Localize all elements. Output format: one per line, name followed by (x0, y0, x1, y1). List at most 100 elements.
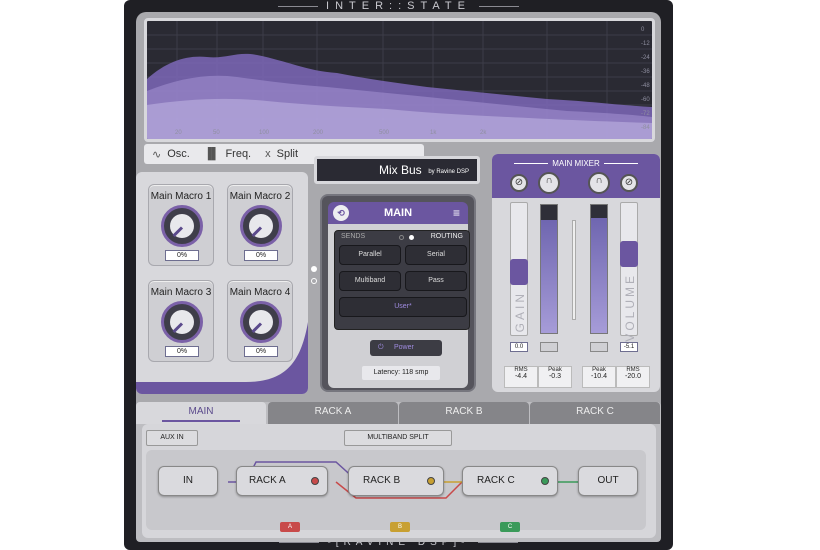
main-mixer: MAIN MIXER ⊘ ∩ ∩ ⊘ GAIN VOLUME 0.0 -5.1 … (492, 154, 660, 392)
input-headphones-icon[interactable]: ∩ (538, 172, 560, 194)
chain-node-in[interactable]: IN (158, 466, 218, 496)
latency-readout: Latency: 118 smp (362, 366, 440, 380)
macro-label: Main Macro 1 (150, 191, 212, 202)
macro-value[interactable]: 0% (244, 250, 278, 261)
tab-rack-b[interactable]: RACK B (399, 402, 529, 424)
chain-node-rack-a[interactable]: RACK A (236, 466, 328, 496)
mixer-title: MAIN MIXER (492, 159, 660, 168)
db-label: -12 (641, 41, 650, 47)
gain-label: GAIN (513, 291, 527, 333)
db-label: -60 (641, 97, 650, 103)
freq-label: 20 (175, 130, 182, 136)
main-routing-card: ⟲ MAIN ≡ SENDS ROUTING Parallel Serial M… (320, 194, 476, 392)
chain-node-rack-c[interactable]: RACK C (462, 466, 558, 496)
spectrum-analyzer[interactable]: 20 50 100 200 500 1k 2k 0 -12 -24 -36 -4… (144, 18, 655, 142)
freq-label: 200 (313, 130, 324, 136)
input-rms: RMS -4.4 (504, 366, 538, 388)
macro-value[interactable]: 0% (244, 346, 278, 357)
parallel-button[interactable]: Parallel (339, 245, 401, 265)
output-meter-cap[interactable] (590, 342, 608, 352)
volume-fader[interactable]: VOLUME (620, 202, 638, 342)
macro-panel: Main Macro 1 0% Main Macro 2 0% Main Mac… (136, 172, 308, 394)
sends-label[interactable]: SENDS (341, 233, 365, 240)
output-meter (590, 204, 608, 334)
logo-icon[interactable]: ⟲ (333, 205, 349, 221)
macro-2: Main Macro 2 0% (227, 184, 293, 266)
macro-4: Main Macro 4 0% (227, 280, 293, 362)
macro-page-dot-2[interactable] (311, 278, 317, 284)
gain-value[interactable]: 0.0 (510, 342, 528, 352)
main-card-header: ⟲ MAIN ≡ (328, 202, 468, 224)
routing-label[interactable]: ROUTING (431, 233, 463, 240)
bus-vendor: by Ravine DSP (428, 169, 469, 175)
bars-icon: ▐▌ (203, 148, 220, 160)
mode-toggle-off-icon[interactable] (399, 235, 404, 240)
bus-name-display[interactable]: Mix Bus by Ravine DSP (314, 156, 480, 184)
multiband-button[interactable]: Multiband (339, 271, 401, 291)
power-button[interactable]: ⏻ Power (370, 340, 442, 356)
input-meter-cap[interactable] (540, 342, 558, 352)
mixer-separator (572, 220, 576, 320)
macro-value[interactable]: 0% (165, 346, 199, 357)
rack-b-tag[interactable]: B (390, 522, 410, 532)
main-card-title: MAIN (383, 207, 413, 219)
rack-a-tag[interactable]: A (280, 522, 300, 532)
macro-label: Main Macro 4 (229, 287, 291, 298)
mode-toggle-on-icon[interactable] (409, 235, 414, 240)
tab-frequency[interactable]: ▐▌ Freq. (204, 148, 251, 160)
wave-icon: ∿ (152, 148, 162, 161)
serial-button[interactable]: Serial (405, 245, 467, 265)
output-headphones-icon[interactable]: ∩ (588, 172, 610, 194)
macro-3: Main Macro 3 0% (148, 280, 214, 362)
db-label: -84 (641, 125, 650, 131)
tab-main[interactable]: MAIN (136, 402, 266, 424)
gain-fader[interactable]: GAIN (510, 202, 528, 336)
pass-button[interactable]: Pass (405, 271, 467, 291)
tab-rack-c[interactable]: RACK C (530, 402, 660, 424)
volume-fader-cap[interactable] (620, 241, 638, 267)
tab-label: Freq. (225, 148, 252, 160)
multiband-split-button[interactable]: MULTIBAND SPLIT (344, 430, 452, 446)
macro-label: Main Macro 3 (150, 287, 212, 298)
macro-knob[interactable] (161, 205, 203, 247)
split-icon: x (265, 148, 271, 160)
bus-name: Mix Bus (379, 163, 422, 177)
rack-c-led-icon (541, 477, 549, 485)
hamburger-menu-icon[interactable]: ≡ (453, 202, 460, 224)
rack-a-led-icon (311, 477, 319, 485)
freq-label: 2k (480, 130, 487, 136)
tab-label: Osc. (167, 148, 190, 160)
tab-label: Split (276, 148, 299, 160)
main-card-body: SENDS ROUTING Parallel Serial Multiband … (328, 224, 470, 388)
gain-fader-cap[interactable] (510, 259, 528, 285)
user-preset-button[interactable]: User* (339, 297, 467, 317)
macro-1: Main Macro 1 0% (148, 184, 214, 266)
gain-link-icon[interactable]: ⊘ (510, 174, 528, 192)
chain-node-out[interactable]: OUT (578, 466, 638, 496)
input-peak: Peak -0.3 (538, 366, 572, 388)
macro-knob[interactable] (240, 205, 282, 247)
output-peak: Peak -10.4 (582, 366, 616, 388)
db-label: -24 (641, 55, 650, 61)
power-label: Power (394, 344, 414, 351)
volume-value[interactable]: -5.1 (620, 342, 638, 352)
tab-oscilloscope[interactable]: ∿ Osc. (152, 148, 190, 161)
volume-label: VOLUME (623, 273, 637, 342)
chain-node-rack-b[interactable]: RACK B (348, 466, 444, 496)
db-label: -48 (641, 83, 650, 89)
macro-knob[interactable] (240, 301, 282, 343)
tab-rack-a[interactable]: RACK A (268, 402, 398, 424)
macro-value[interactable]: 0% (165, 250, 199, 261)
routing-box: SENDS ROUTING Parallel Serial Multiband … (334, 230, 470, 330)
volume-link-icon[interactable]: ⊘ (620, 174, 638, 192)
macro-knob[interactable] (161, 301, 203, 343)
freq-label: 1k (430, 130, 437, 136)
macro-label: Main Macro 2 (229, 191, 291, 202)
freq-label: 50 (213, 130, 220, 136)
macro-page-dot-1[interactable] (311, 266, 317, 272)
tab-split[interactable]: x Split (265, 148, 298, 160)
rack-c-tag[interactable]: C (500, 522, 520, 532)
aux-in-button[interactable]: AUX IN (146, 430, 198, 446)
plugin-window: INTER::STATE -[RAVINE DSP]- 20 50 100 20… (124, 0, 673, 550)
freq-label: 500 (379, 130, 390, 136)
